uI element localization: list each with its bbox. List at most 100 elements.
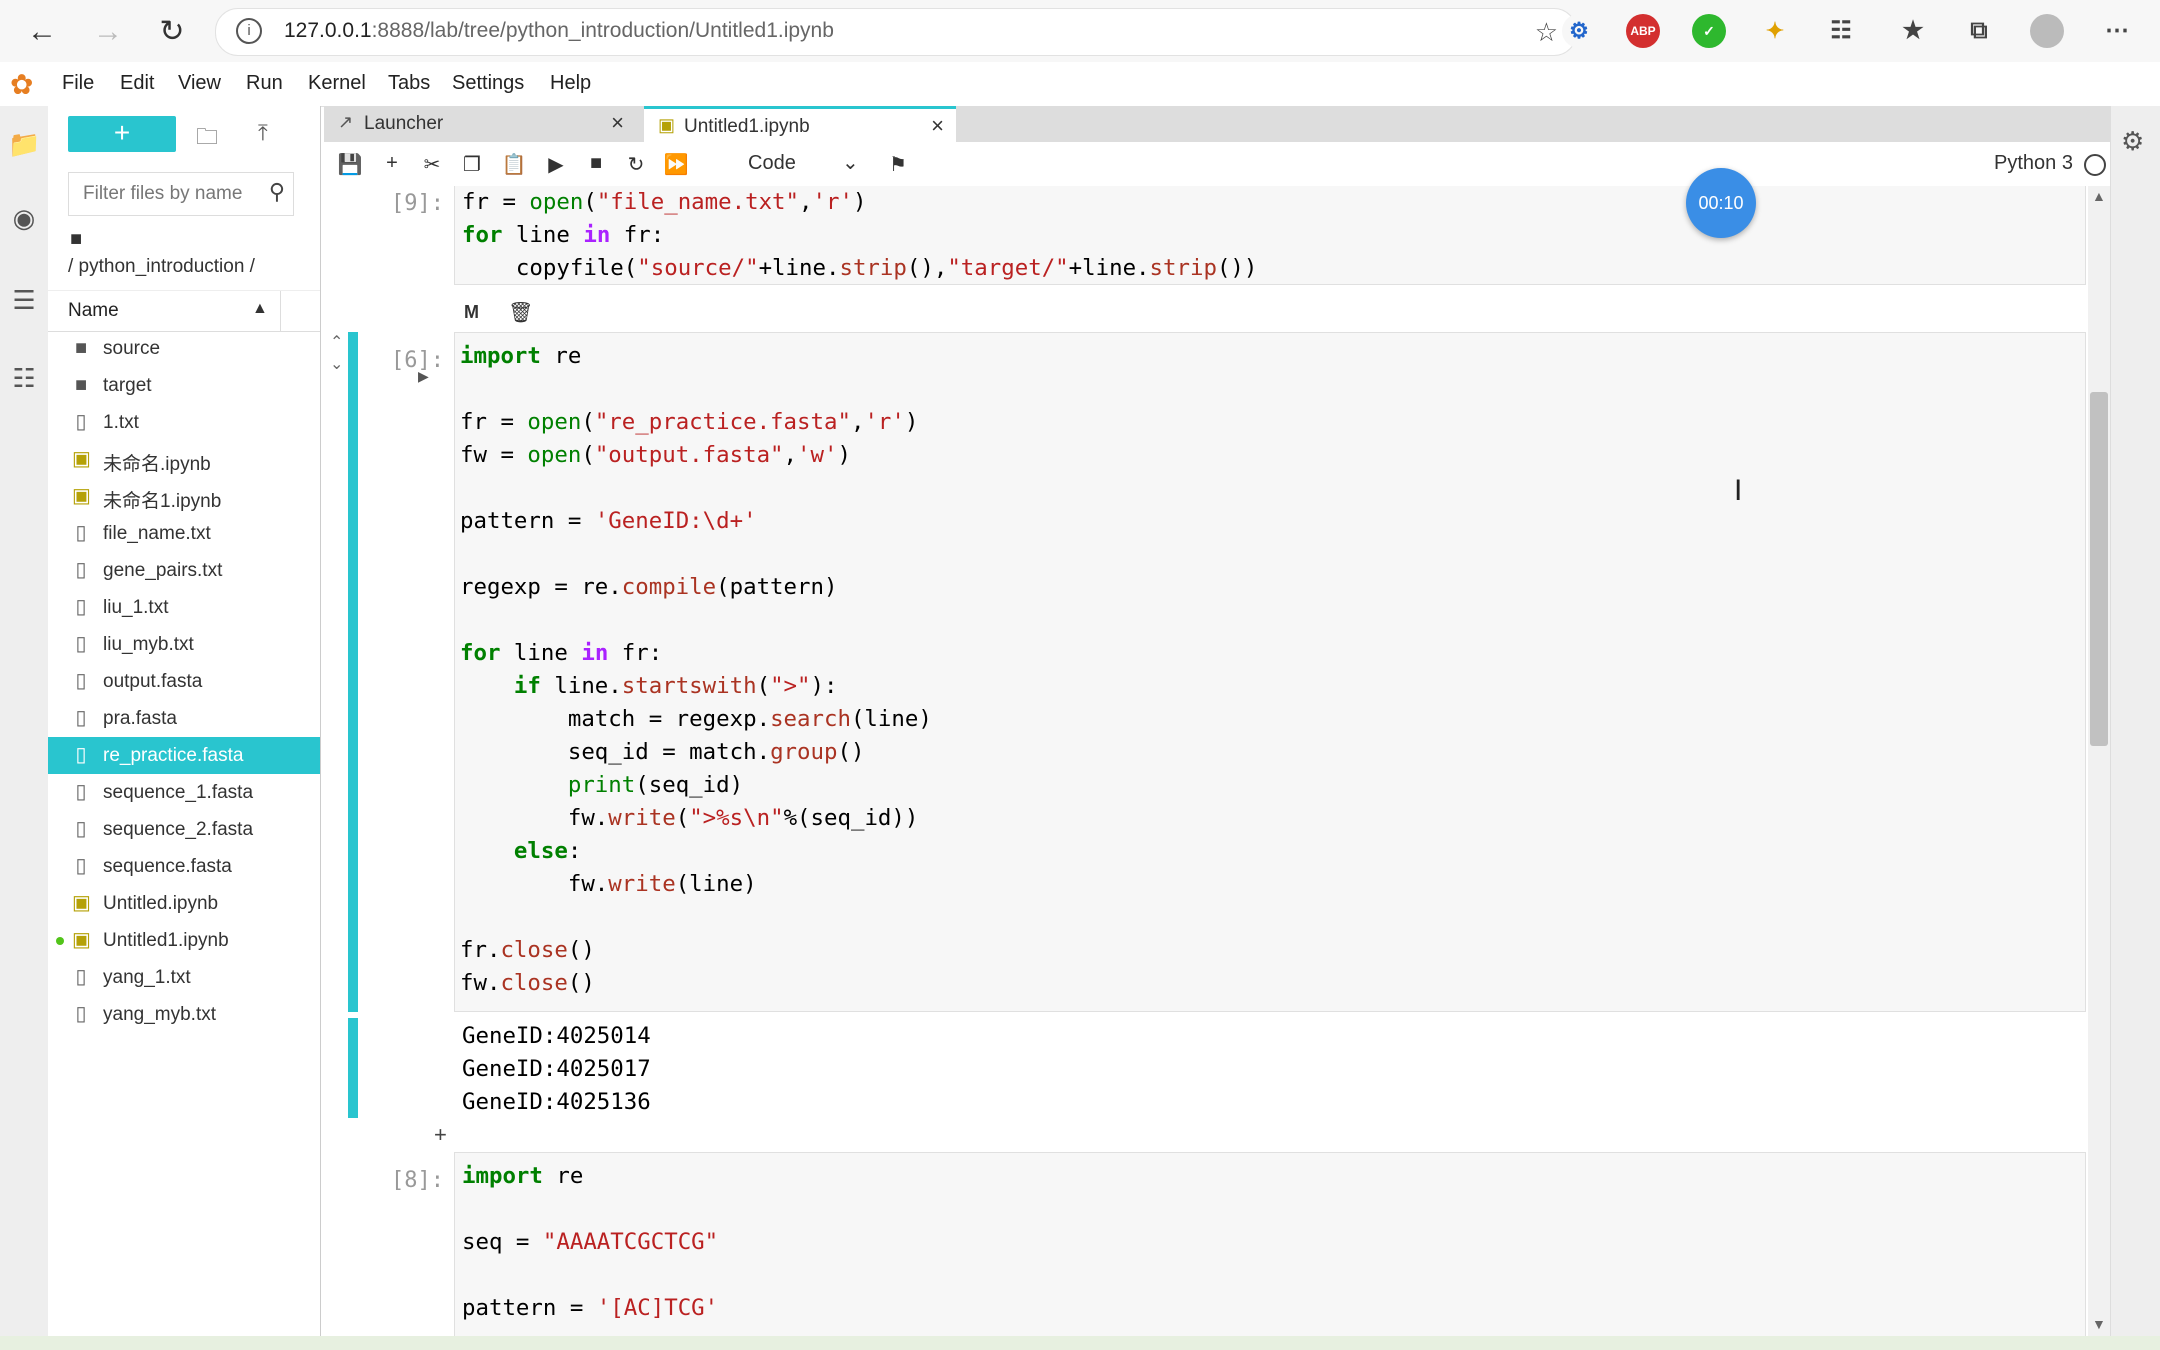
tab-untitled1[interactable]: ▣ Untitled1.ipynb × [644,106,956,142]
extensions-icon[interactable]: ☷ [1824,14,1858,48]
cell-type-select[interactable]: Code [748,152,796,175]
file-row[interactable]: ▯ output.fasta [48,663,320,700]
menu-file[interactable]: File [62,72,94,95]
add-cell-icon[interactable]: + [434,1122,447,1148]
add-favorite-icon[interactable]: ☆ [1535,17,1558,48]
notebook-icon: ▣ [72,485,91,507]
upload-icon[interactable]: ⤒ [258,120,268,146]
file-icon: ▯ [75,633,87,655]
menu-edit[interactable]: Edit [120,72,154,95]
copy-icon[interactable]: ❐ [458,152,486,177]
menu-view[interactable]: View [178,72,221,95]
tab-launcher[interactable]: ↗ Launcher × [324,106,636,142]
text-cursor-icon: I [1734,474,1743,507]
file-row[interactable]: ▯ liu_myb.txt [48,626,320,663]
menu-help[interactable]: Help [550,72,591,95]
tag-icon[interactable]: ⚑ [884,152,912,177]
cell-6-output: GeneID:4025014 GeneID:4025017 GeneID:402… [462,1023,651,1115]
back-icon[interactable]: ← [22,12,62,52]
file-row[interactable]: ■ source [48,330,320,367]
file-name: source [103,338,161,359]
file-row[interactable]: ▯ sequence.fasta [48,848,320,885]
file-row[interactable]: ■ target [48,367,320,404]
file-row[interactable]: ▯ file_name.txt [48,515,320,552]
name-column-label[interactable]: Name [68,300,119,322]
abp-ext-icon[interactable]: ABP [1626,14,1660,48]
running-icon[interactable]: ◉ [8,202,40,234]
file-row[interactable]: ▣ Untitled1.ipynb [48,922,320,959]
scrollbar-thumb[interactable] [2090,392,2108,746]
toc-icon[interactable]: ☰ [8,284,40,316]
extension-icon[interactable]: ☷ [8,362,40,394]
notebook-toolbar: 💾 + ✂ ❐ 📋 ▶ ■ ↻ ⏩ Code ⌄ ⚑ Python 3 [324,142,2110,187]
kernel-name[interactable]: Python 3 [1994,152,2073,175]
address-bar[interactable]: i 127.0.0.1:8888/lab/tree/python_introdu… [215,8,1577,56]
scroll-down-icon[interactable]: ▼ [2092,1316,2106,1332]
code-cell-6-source[interactable]: import re fr = open("re_practice.fasta",… [460,340,932,1000]
save-icon[interactable]: 💾 [336,152,364,177]
file-row[interactable]: ▯ yang_1.txt [48,959,320,996]
new-launcher-button[interactable]: + [68,116,176,152]
file-icon: ▯ [75,781,87,803]
markdown-toggle-icon[interactable]: M [464,302,479,323]
collapse-arrow-icon[interactable]: ▶ [418,368,429,385]
check-ext-icon[interactable]: ✓ [1692,14,1726,48]
column-header[interactable]: Name ▲ [48,290,320,332]
pinwheel-ext-icon[interactable]: ✦ [1758,14,1792,48]
scroll-up-icon[interactable]: ▲ [2092,188,2106,204]
insert-cell-icon[interactable]: + [378,152,406,175]
profile-avatar[interactable] [2030,14,2064,48]
delete-cell-icon[interactable]: 🗑 [508,300,533,325]
file-icon: ▯ [75,707,87,729]
cut-icon[interactable]: ✂ [418,152,446,177]
paste-icon[interactable]: 📋 [500,152,528,177]
file-name: Untitled1.ipynb [103,930,229,951]
stop-icon[interactable]: ■ [582,152,610,175]
filter-placeholder: Filter files by name [83,183,243,204]
file-row[interactable]: ▯ pra.fasta [48,700,320,737]
collections-icon[interactable]: ⧉ [1962,14,1996,48]
tab-label: Launcher [364,113,444,134]
file-name: sequence_2.fasta [103,819,254,840]
timer-badge[interactable]: 00:10 [1686,168,1756,238]
favorites-icon[interactable]: ★ [1896,14,1930,48]
menu-settings[interactable]: Settings [452,72,524,95]
forward-icon[interactable]: → [88,12,128,52]
notebook-panel[interactable]: [9]: fr = open("file_name.txt",'r') for … [324,186,2110,1336]
file-row[interactable]: ▯ yang_myb.txt [48,996,320,1033]
more-menu-icon[interactable]: ⋯ [2100,14,2134,48]
notebook-icon: ▣ [72,892,91,914]
home-folder-icon[interactable]: ■ [70,228,82,251]
file-row[interactable]: ▯ re_practice.fasta [48,737,320,774]
folder-icon[interactable]: 📁 [8,128,40,160]
property-inspector-icon[interactable]: ⚙ [2121,126,2144,157]
file-row[interactable]: ▯ sequence_2.fasta [48,811,320,848]
menu-run[interactable]: Run [246,72,283,95]
reload-icon[interactable]: ↻ [152,12,192,52]
code-cell-8-source[interactable]: import re seq = "AAAATCGCTCG" pattern = … [462,1160,718,1325]
filter-input[interactable]: Filter files by name ⚲ [68,172,294,216]
file-row[interactable]: ▯ liu_1.txt [48,589,320,626]
menu-kernel[interactable]: Kernel [308,72,366,95]
scrollbar[interactable]: ▲ ▼ [2088,186,2110,1336]
close-icon[interactable]: × [931,113,944,139]
fast-forward-icon[interactable]: ⏩ [662,152,690,177]
info-icon[interactable]: i [236,18,262,44]
code-cell-9-source[interactable]: fr = open("file_name.txt",'r') for line … [462,186,1257,285]
file-row[interactable]: ▣ Untitled.ipynb [48,885,320,922]
kernel-status-icon [2084,154,2106,176]
chevron-down-icon[interactable]: ⌄ [842,150,859,175]
run-icon[interactable]: ▶ [542,152,570,177]
file-row[interactable]: ▣ 未命名1.ipynb [48,478,320,515]
breadcrumb[interactable]: / python_introduction / [68,256,255,278]
new-folder-icon[interactable]: 🗀 [196,120,218,158]
file-row[interactable]: ▯ gene_pairs.txt [48,552,320,589]
cell-prompt: [8]: [391,1168,444,1193]
menu-tabs[interactable]: Tabs [388,72,430,95]
restart-icon[interactable]: ↻ [622,152,650,177]
close-icon[interactable]: × [611,110,624,136]
scientist-ext-icon[interactable]: ⚙ [1562,14,1596,48]
file-row[interactable]: ▣ 未命名.ipynb [48,441,320,478]
file-row[interactable]: ▯ 1.txt [48,404,320,441]
file-row[interactable]: ▯ sequence_1.fasta [48,774,320,811]
